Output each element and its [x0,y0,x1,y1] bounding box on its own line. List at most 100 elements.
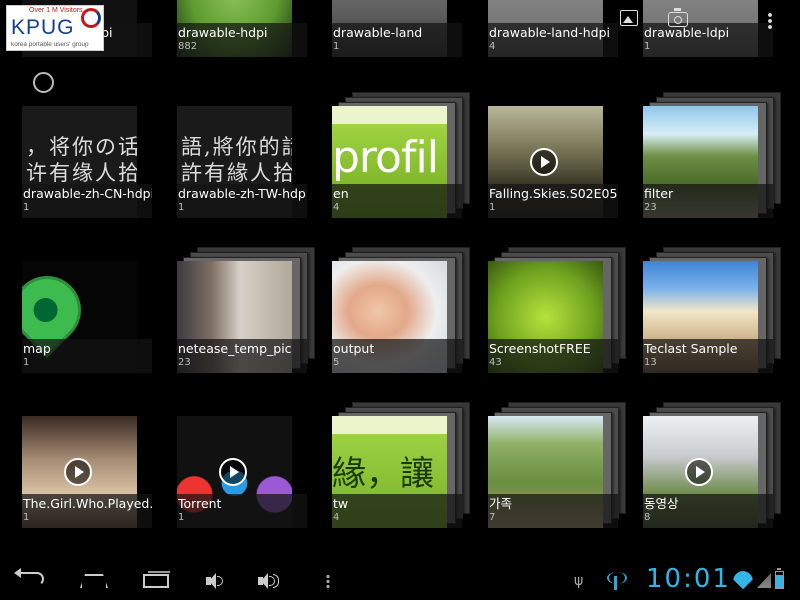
album-count: 4 [333,202,340,213]
album-caption: drawable-hdpi 882 [177,23,307,57]
album-count: 4 [333,512,340,523]
camera-icon[interactable] [668,8,688,27]
volume-up-icon[interactable] [258,573,280,589]
album-stack: ScreenshotFREE 43 [488,247,633,379]
album-stack: Teclast Sample 13 [643,247,788,379]
album-name: drawable-hdpi [178,25,268,40]
album-tile[interactable]: output 5 [332,247,477,379]
circle-indicator-icon [33,72,54,93]
album-caption: map 1 [22,339,152,373]
album-name: drawable-zh-CN-hdpi [23,186,152,201]
swirl-logo-icon [81,8,101,28]
back-icon[interactable] [14,568,44,586]
album-tile[interactable]: 동영상 8 [643,402,788,534]
album-caption: output 5 [332,339,462,373]
antenna-icon [606,572,627,590]
play-icon[interactable] [64,458,92,486]
volume-down-icon[interactable] [206,573,223,589]
album-tile[interactable]: map 1 [22,261,167,379]
album-caption: drawable-land-hdpi 4 [488,23,618,57]
album-caption: filter 23 [643,184,773,218]
album-tile[interactable]: The.Girl.Who.Played. 1 [22,416,167,534]
album-tile[interactable]: Teclast Sample 13 [643,247,788,379]
watermark-tagline: korea portable users' group [11,41,89,48]
album-tile[interactable]: ，将你の话语 许有缘人拾drawable-zh-CN-hdpi1 [22,106,167,224]
status-clock[interactable]: 10:01 [646,564,731,594]
album-count: 1 [23,357,30,368]
album-name: drawable-land [333,25,423,40]
album-stack: Falling.Skies.S02E05 1 [488,106,633,224]
album-count: 1 [178,512,185,523]
album-stack: map 1 [22,261,167,379]
album-stack: 語,將你的話, 許有緣人拾drawable-zh-TW-hdpi1 [177,106,322,224]
thumbnail-text: 緣，讓 [332,454,434,494]
album-caption: drawable-zh-TW-hdpi 1 [177,184,307,218]
album-tile[interactable]: 가족 7 [488,402,633,534]
album-count: 23 [178,357,191,368]
album-stack: ，将你の话语 许有缘人拾drawable-zh-CN-hdpi1 [22,106,167,224]
recent-apps-icon[interactable] [143,571,170,588]
overflow-menu-icon[interactable] [768,12,772,30]
album-stack: 緣，讓 tw 4 [332,402,477,534]
album-tile[interactable]: profil en 4 [332,92,477,224]
gallery-icon[interactable] [620,10,638,26]
album-caption: en 4 [332,184,462,218]
signal-icon [757,573,771,588]
kpug-watermark-logo: Over 1 M Visitors KPUG korea portable us… [6,5,104,51]
album-name: 동영상 [644,496,679,511]
album-count: 1 [644,41,651,52]
album-caption: drawable-zh-CN-hdpi 1 [22,184,152,218]
album-tile[interactable]: ScreenshotFREE 43 [488,247,633,379]
album-tile[interactable]: 緣，讓 tw 4 [332,402,477,534]
action-bar [600,0,800,42]
album-count: 23 [644,202,657,213]
album-count: 8 [644,512,651,523]
album-count: 5 [333,357,340,368]
album-stack: 가족 7 [488,402,633,534]
album-tile[interactable]: drawable-hdpi 882 [177,0,322,63]
album-name: Teclast Sample [644,341,738,356]
album-tile[interactable]: 語,將你的話, 許有緣人拾drawable-zh-TW-hdpi1 [177,106,322,224]
play-icon[interactable] [685,458,713,486]
album-stack: drawable-hdpi 882 [177,0,322,63]
album-count: 1 [23,512,30,523]
album-tile[interactable]: Falling.Skies.S02E05 1 [488,106,633,224]
wifi-icon [733,571,753,589]
play-icon[interactable] [219,458,247,486]
album-caption: Falling.Skies.S02E05 1 [488,184,618,218]
album-name: output [333,341,375,356]
album-count: 1 [23,202,30,213]
album-tile[interactable]: drawable-land 1 [332,0,477,63]
album-count: 43 [489,357,502,368]
usb-icon: ψ [574,573,584,589]
album-tile[interactable]: netease_temp_pic 23 [177,247,322,379]
album-tile[interactable]: filter 23 [643,92,788,224]
album-caption: netease_temp_pic 23 [177,339,307,373]
overflow-menu-icon[interactable] [326,574,330,588]
album-name: map [23,341,51,356]
home-icon[interactable] [80,574,108,588]
album-stack: 동영상 8 [643,402,788,534]
album-caption: Teclast Sample 13 [643,339,773,373]
album-tile[interactable]: Torrent 1 [177,416,322,534]
album-name: 가족 [489,496,513,511]
album-caption: 동영상 8 [643,494,773,528]
album-name: ScreenshotFREE [489,341,591,356]
album-name: tw [333,496,349,511]
thumbnail-text: 語,將你的話, 許有緣人拾 [181,135,292,185]
album-count: 882 [178,41,198,52]
album-caption: The.Girl.Who.Played. 1 [22,494,152,528]
watermark-name: KPUG [11,16,75,39]
album-name: Falling.Skies.S02E05 [489,186,618,201]
album-name: filter [644,186,674,201]
battery-icon [775,568,784,589]
album-caption: 가족 7 [488,494,618,528]
album-count: 4 [489,41,496,52]
album-caption: ScreenshotFREE 43 [488,339,618,373]
watermark-visitors: Over 1 M Visitors [29,7,83,14]
album-caption: Torrent 1 [177,494,307,528]
play-icon[interactable] [530,148,558,176]
album-count: 13 [644,357,657,368]
album-stack: drawable-land 1 [332,0,477,63]
album-count: 7 [489,512,496,523]
